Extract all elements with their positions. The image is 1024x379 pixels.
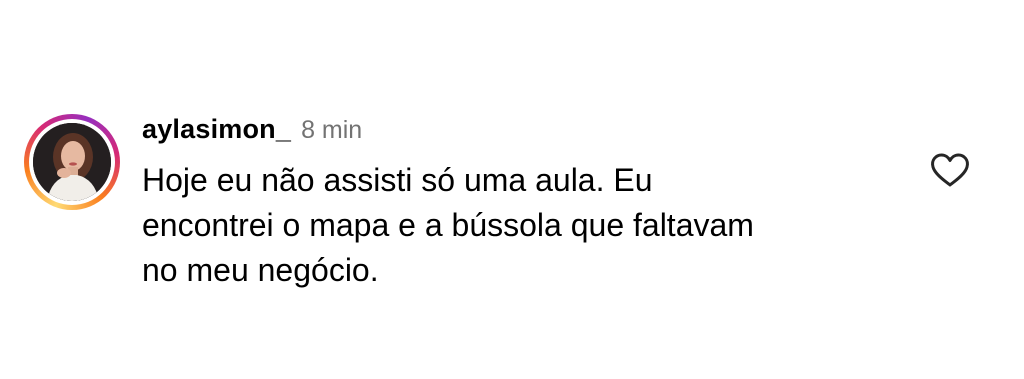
avatar-story-ring[interactable] — [24, 114, 120, 210]
comment-timestamp: 8 min — [301, 116, 363, 144]
heart-outline-icon — [931, 153, 969, 187]
comment-text: Hoje eu não assisti só uma aula. Eu enco… — [142, 158, 902, 293]
comment-text-line: no meu negócio. — [142, 252, 379, 288]
like-button[interactable] — [928, 148, 972, 192]
comment-item: aylasimon_ 8 min Hoje eu não assisti só … — [24, 112, 1000, 292]
avatar-photo-icon — [33, 123, 111, 201]
avatar[interactable] — [33, 123, 111, 201]
comment-username[interactable]: aylasimon_ — [142, 114, 291, 145]
comment-text-line: Hoje eu não assisti só uma aula. Eu — [142, 162, 653, 198]
comment-content: aylasimon_ 8 min Hoje eu não assisti só … — [142, 112, 902, 293]
avatar-ring-gap — [29, 119, 115, 205]
comment-header: aylasimon_ 8 min — [142, 114, 902, 150]
comment-text-line: encontrei o mapa e a bússola que faltava… — [142, 207, 754, 243]
